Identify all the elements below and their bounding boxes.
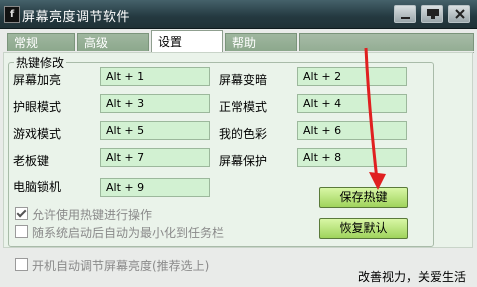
slogan-text: 改善视力，关爱生活 [357,270,466,284]
hotkey-label-brighten: 屏幕加亮 [13,73,62,87]
minimize-on-start-checkbox[interactable] [15,225,28,238]
hotkey-label-eye-care: 护眼模式 [13,100,62,114]
app-window: f 屏幕亮度调节软件 常规 高级 设置 帮助 热键修改 屏幕加亮 Alt + 1… [0,0,477,287]
allow-hotkey-option[interactable]: 允许使用热键进行操作 [15,206,152,223]
tab-general[interactable]: 常规 [7,33,75,51]
hotkey-field-boss-key[interactable]: Alt + 7 [100,148,210,167]
hotkey-field-normal[interactable]: Alt + 4 [297,94,407,113]
allow-hotkey-checkbox[interactable] [15,207,28,220]
tab-settings[interactable]: 设置 [151,30,223,52]
close-button[interactable] [448,5,470,23]
hotkey-field-brighten[interactable]: Alt + 1 [100,67,210,86]
hotkey-label-my-color: 我的色彩 [219,127,268,141]
tab-bar: 常规 高级 设置 帮助 [3,30,474,53]
help-button[interactable] [421,5,443,23]
hotkey-field-my-color[interactable]: Alt + 6 [297,121,407,140]
hotkey-label-boss-key: 老板键 [13,154,50,168]
autostart-option[interactable]: 开机自动调节屏幕亮度(推荐选上) [15,257,209,274]
hotkey-field-game[interactable]: Alt + 5 [100,121,210,140]
hotkey-label-normal: 正常模式 [219,100,268,114]
window-title: 屏幕亮度调节软件 [22,10,131,25]
minimize-on-start-label: 随系统启动后自动为最小化到任务栏 [32,226,225,240]
hotkey-group-title: 热键修改 [14,54,67,71]
help-icon [427,9,439,19]
hotkey-label-lock: 电脑锁机 [13,180,62,194]
title-bar: f 屏幕亮度调节软件 [0,0,477,29]
hotkey-field-darken[interactable]: Alt + 2 [297,67,407,86]
allow-hotkey-label: 允许使用热键进行操作 [32,208,153,222]
minimize-on-start-option[interactable]: 随系统启动后自动为最小化到任务栏 [15,224,224,241]
restore-defaults-button[interactable]: 恢复默认 [319,218,408,239]
hotkey-label-game: 游戏模式 [13,127,62,141]
autostart-checkbox[interactable] [15,258,28,271]
close-icon [455,9,465,19]
app-icon: f [4,6,20,23]
tab-strip-filler [299,33,474,51]
save-hotkeys-button[interactable]: 保存热键 [319,187,408,208]
hotkey-field-screensaver[interactable]: Alt + 8 [297,148,407,167]
hotkey-field-lock[interactable]: Alt + 9 [100,178,210,197]
minimize-button[interactable] [394,5,416,23]
autostart-label: 开机自动调节屏幕亮度(推荐选上) [32,259,210,273]
hotkey-label-darken: 屏幕变暗 [219,73,268,87]
tab-advanced[interactable]: 高级 [77,33,149,51]
tab-help[interactable]: 帮助 [225,33,297,51]
minimize-icon [401,17,410,19]
hotkey-label-screensaver: 屏幕保护 [219,154,268,168]
hotkey-field-eye-care[interactable]: Alt + 3 [100,94,210,113]
